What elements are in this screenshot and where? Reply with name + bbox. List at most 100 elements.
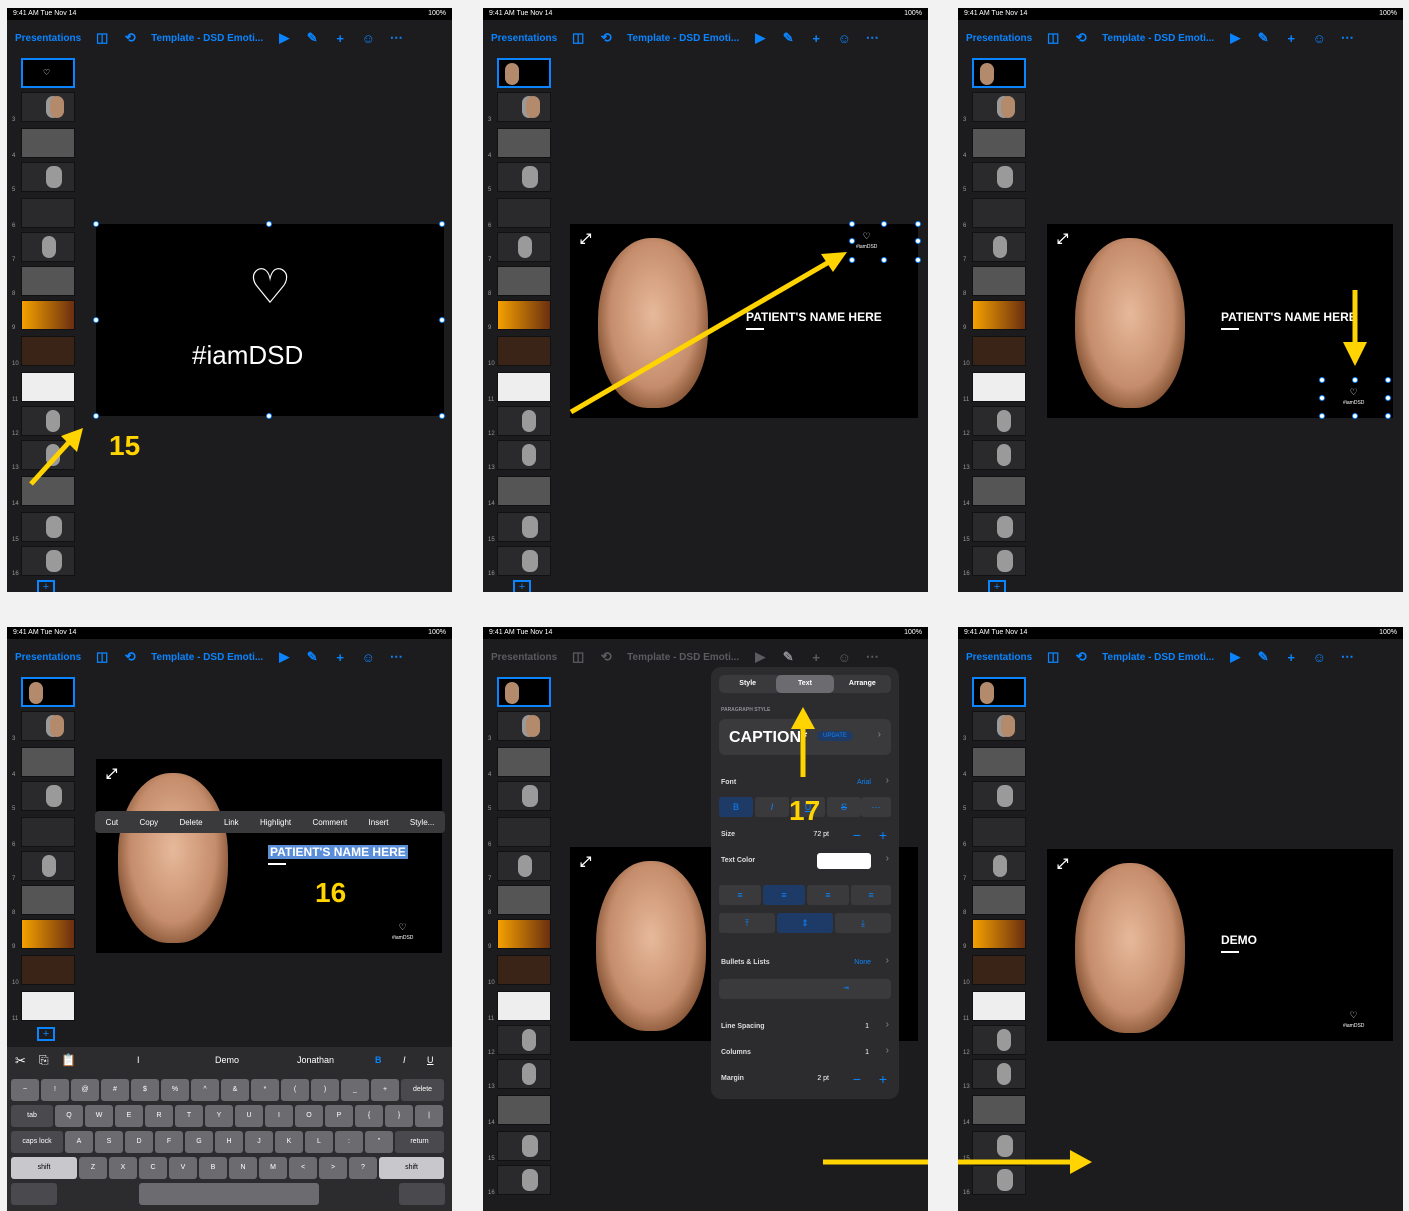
key-0[interactable]: ~ (11, 1079, 39, 1101)
key-3[interactable]: # (101, 1079, 129, 1101)
key-0[interactable]: Z (79, 1157, 107, 1179)
key-7[interactable]: & (221, 1079, 249, 1101)
insert-menu-item[interactable]: Insert (369, 818, 389, 827)
key-3[interactable]: F (155, 1131, 183, 1153)
add-slide-button[interactable]: + (37, 1027, 55, 1041)
key-6[interactable]: J (245, 1131, 273, 1153)
delete-key[interactable]: delete (401, 1079, 444, 1101)
slide-thumbnail[interactable]: 10 (12, 955, 75, 986)
slide-thumbnail[interactable]: 11 (12, 991, 75, 1022)
scissors-icon[interactable]: ✂ (15, 1053, 26, 1069)
patient-name-input[interactable]: PATIENT'S NAME HERE (268, 845, 408, 859)
suggestion-2[interactable]: Demo (215, 1055, 239, 1065)
key-8[interactable]: L (305, 1131, 333, 1153)
slide-thumbnail[interactable]: 8 (12, 885, 75, 916)
key-3[interactable]: V (169, 1157, 197, 1179)
key-1[interactable]: S (95, 1131, 123, 1153)
key-7[interactable]: K (275, 1131, 303, 1153)
key-9[interactable]: ? (349, 1157, 377, 1179)
plus-icon[interactable]: + (333, 650, 347, 665)
key-{[interactable]: { (355, 1105, 383, 1127)
key-Y[interactable]: Y (205, 1105, 233, 1127)
slide-thumbnail[interactable]: 5 (12, 781, 75, 812)
key-U[interactable]: U (235, 1105, 263, 1127)
key-4[interactable]: G (185, 1131, 213, 1153)
undo-icon[interactable]: ⟲ (123, 649, 137, 665)
suggestion-1[interactable]: I (137, 1055, 140, 1065)
play-icon[interactable]: ▶ (277, 649, 291, 665)
copy-menu-item[interactable]: Copy (139, 818, 158, 827)
shift-key-right[interactable]: shift (379, 1157, 444, 1179)
key-10[interactable]: ) (311, 1079, 339, 1101)
hide-keyboard-key[interactable] (399, 1183, 445, 1205)
key-O[interactable]: O (295, 1105, 323, 1127)
cut-menu-item[interactable]: Cut (106, 818, 118, 827)
format-brush-icon[interactable]: ✎ (305, 649, 319, 665)
key-T[interactable]: T (175, 1105, 203, 1127)
key-I[interactable]: I (265, 1105, 293, 1127)
key-4[interactable]: B (199, 1157, 227, 1179)
globe-key[interactable] (11, 1183, 57, 1205)
tab-key[interactable]: tab (11, 1105, 53, 1127)
key-2[interactable]: D (125, 1131, 153, 1153)
heart-logo[interactable]: ♡ #iamDSD (392, 923, 413, 943)
slide-canvas[interactable]: ⤢ PATIENT'S NAME HERE ♡ #iamDSD (96, 759, 442, 953)
presentations-button[interactable]: Presentations (15, 652, 81, 663)
key-W[interactable]: W (85, 1105, 113, 1127)
copy-icon[interactable]: ⎘ (39, 1053, 49, 1068)
status-time: 9:41 AM Tue Nov 14 (13, 629, 77, 636)
key-E[interactable]: E (115, 1105, 143, 1127)
key-10[interactable]: " (365, 1131, 393, 1153)
key-2[interactable]: @ (71, 1079, 99, 1101)
slide-thumbnail[interactable]: 9 (12, 919, 75, 950)
slide-thumbnail[interactable]: 7 (12, 851, 75, 882)
slide-thumbnail[interactable]: 4 (12, 747, 75, 778)
key-8[interactable]: * (251, 1079, 279, 1101)
highlight-menu-item[interactable]: Highlight (260, 818, 291, 827)
key-R[interactable]: R (145, 1105, 173, 1127)
key-9[interactable]: ( (281, 1079, 309, 1101)
key-|[interactable]: | (415, 1105, 443, 1127)
key-1[interactable]: X (109, 1157, 137, 1179)
expand-icon[interactable]: ⤢ (106, 765, 117, 782)
key-9[interactable]: : (335, 1131, 363, 1153)
slide-thumbnail[interactable] (21, 677, 75, 707)
sidebar-icon[interactable]: ◫ (95, 649, 109, 665)
underline-button[interactable]: U (427, 1055, 434, 1065)
key-1[interactable]: ! (41, 1079, 69, 1101)
paste-icon[interactable]: 📋 (61, 1053, 76, 1067)
key-P[interactable]: P (325, 1105, 353, 1127)
more-icon[interactable]: ⋯ (389, 649, 403, 665)
suggestion-3[interactable]: Jonathan (297, 1055, 334, 1065)
panel-4: 9:41 AM Tue Nov 14 100% Presentations ◫ ⟲… (7, 627, 452, 1211)
key-6[interactable]: ^ (191, 1079, 219, 1101)
key-2[interactable]: C (139, 1157, 167, 1179)
slide-thumbnail[interactable]: 6 (12, 817, 75, 848)
document-title[interactable]: Template - DSD Emoti... (151, 652, 263, 663)
key-8[interactable]: > (319, 1157, 347, 1179)
delete-menu-item[interactable]: Delete (180, 818, 203, 827)
key-11[interactable]: _ (341, 1079, 369, 1101)
shift-key[interactable]: shift (11, 1157, 77, 1179)
key-6[interactable]: M (259, 1157, 287, 1179)
return-key[interactable]: return (395, 1131, 444, 1153)
italic-button[interactable]: I (403, 1055, 406, 1065)
key-5[interactable]: % (161, 1079, 189, 1101)
key-5[interactable]: N (229, 1157, 257, 1179)
link-menu-item[interactable]: Link (224, 818, 239, 827)
style-menu-item[interactable]: Style... (410, 818, 434, 827)
key-7[interactable]: < (289, 1157, 317, 1179)
comment-menu-item[interactable]: Comment (312, 818, 347, 827)
collaborate-icon[interactable]: ☺ (361, 650, 375, 665)
key-Q[interactable]: Q (55, 1105, 83, 1127)
bold-button[interactable]: B (375, 1055, 382, 1065)
keyboard: ~! @ # $% ^ & *() _ + delete tab Q W E R T Y U I O P{} | caps … (7, 1075, 452, 1211)
key-12[interactable]: + (371, 1079, 399, 1101)
caps-lock-key[interactable]: caps lock (11, 1131, 63, 1153)
key-0[interactable]: A (65, 1131, 93, 1153)
space-key[interactable] (139, 1183, 319, 1205)
key-4[interactable]: $ (131, 1079, 159, 1101)
key-5[interactable]: H (215, 1131, 243, 1153)
slide-thumbnail[interactable]: 3 (12, 711, 75, 742)
key-}[interactable]: } (385, 1105, 413, 1127)
